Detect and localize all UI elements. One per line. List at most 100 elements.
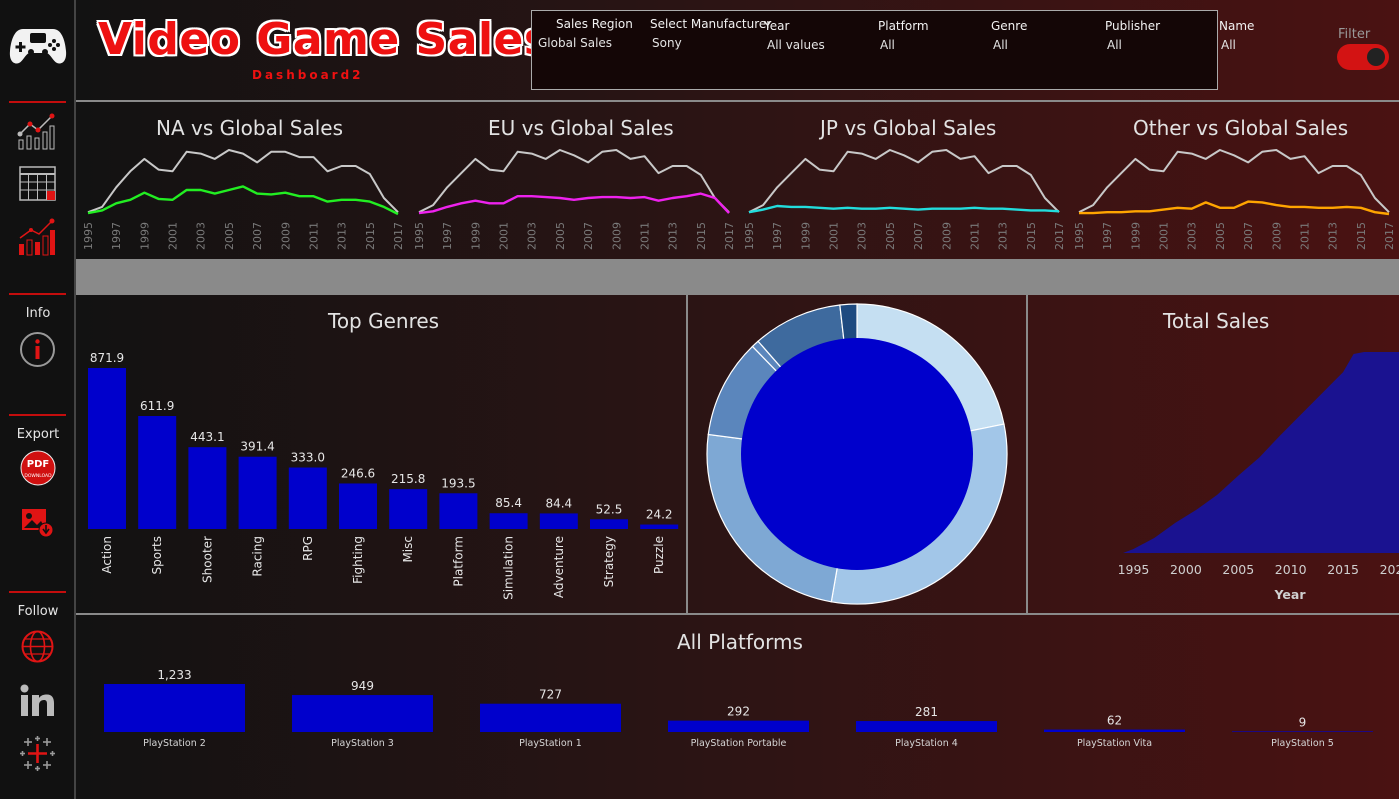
line-chart-nav-icon[interactable]	[17, 112, 57, 150]
chart-title-total-sales: Total Sales	[1163, 309, 1270, 333]
genre-category-label: RPG	[301, 536, 315, 561]
global-sales-line	[87, 149, 399, 214]
info-icon[interactable]	[19, 331, 56, 368]
filter-toggle-switch[interactable]	[1337, 44, 1389, 70]
global-sales-line	[1078, 149, 1390, 214]
genre-bar[interactable]	[288, 467, 327, 529]
image-download-icon[interactable]	[20, 506, 54, 538]
genre-bar[interactable]	[539, 513, 578, 529]
bar-value-label: 1,233	[157, 668, 191, 682]
genre-category-label: Puzzle	[652, 536, 666, 574]
x-tick-label: 1995	[82, 222, 95, 250]
genre-bar[interactable]	[389, 489, 428, 529]
genre-category-label: Platform	[451, 536, 465, 587]
total-sales-chart: 1995 2000 2005 2010 2015 2020 Year	[1118, 352, 1399, 602]
filter-name[interactable]: Name All	[1219, 19, 1254, 52]
platform-bar[interactable]	[856, 721, 997, 732]
genre-category-label: Misc	[401, 536, 415, 563]
filter-label: Genre	[991, 19, 1028, 33]
x-tick-label: 2015	[364, 222, 377, 250]
genre-bar[interactable]	[339, 483, 377, 529]
filter-year[interactable]: Year All values	[764, 19, 825, 52]
filter-value[interactable]: Global Sales	[538, 36, 633, 50]
regional-sales-line	[418, 192, 730, 215]
x-tick-label: 2011	[307, 222, 320, 250]
platform-bar[interactable]	[292, 695, 433, 732]
genre-category-label: Adventure	[552, 536, 566, 598]
platform-bar[interactable]	[1232, 731, 1373, 732]
genre-bar[interactable]	[489, 513, 528, 529]
filter-platform[interactable]: Platform All	[878, 19, 929, 52]
filter-value[interactable]: All	[880, 38, 929, 52]
x-tick-label: 2009	[1270, 222, 1283, 250]
platform-bar[interactable]	[1044, 729, 1185, 732]
tableau-icon[interactable]	[20, 736, 55, 771]
x-tick-label: 2003	[526, 222, 539, 250]
bar-value-label: 727	[539, 688, 562, 702]
chart-title-other: Other vs Global Sales	[1133, 116, 1349, 140]
filter-value[interactable]: All	[1107, 38, 1160, 52]
bar-value-label: 84.4	[545, 496, 572, 510]
bar-value-label: 24.2	[646, 508, 673, 522]
total-sales-area[interactable]	[1123, 352, 1399, 553]
gamepad-logo-icon	[9, 29, 67, 64]
bar-value-label: 246.6	[341, 466, 375, 480]
platform-bar[interactable]	[668, 720, 809, 732]
donut-center	[741, 338, 973, 570]
bar-value-label: 391.4	[240, 440, 274, 454]
follow-label: Follow	[17, 604, 59, 619]
x-tick-label: 1997	[1101, 222, 1114, 250]
genre-bar[interactable]	[590, 519, 628, 529]
x-tick-label: 1999	[1129, 222, 1142, 250]
x-tick-label: 1999	[138, 222, 151, 250]
genre-bar[interactable]	[640, 524, 679, 529]
chart-title-genres: Top Genres	[328, 309, 440, 333]
x-tick-label: 1995	[1073, 222, 1086, 250]
x-tick-label: 2001	[1158, 222, 1171, 250]
regional-sales-line	[748, 204, 1060, 214]
filter-toggle-label: Filter	[1338, 27, 1371, 42]
info-label: Info	[25, 306, 51, 321]
global-sales-line	[748, 149, 1060, 214]
filter-publisher[interactable]: Publisher All	[1105, 19, 1160, 52]
calendar-nav-icon[interactable]	[19, 166, 56, 201]
filter-value[interactable]: Sony	[652, 36, 771, 50]
filter-value[interactable]: All	[993, 38, 1027, 52]
bar-value-label: 193.5	[441, 476, 475, 490]
platform-bar[interactable]	[104, 684, 245, 732]
x-tick-label: 1999	[799, 222, 812, 250]
x-tick-label: 2000	[1170, 562, 1202, 577]
x-tick-label: 2011	[968, 222, 981, 250]
x-tick-label: 2017	[723, 222, 736, 250]
x-tick-label: 1995	[413, 222, 426, 250]
filter-manufacturer[interactable]: Select Manufacturer Sony	[650, 17, 771, 50]
x-tick-label: 2001	[167, 222, 180, 250]
platform-category-label: PlayStation 5	[1271, 738, 1334, 749]
filter-value[interactable]: All	[1221, 38, 1254, 52]
filter-sales-region[interactable]: Sales Region Global Sales	[538, 17, 633, 50]
x-tick-label: 2005	[1214, 222, 1227, 250]
genre-bar[interactable]	[238, 456, 277, 529]
regional-sales-line	[1079, 200, 1390, 216]
pdf-badge-text: PDF	[27, 459, 49, 470]
genre-bar[interactable]	[138, 416, 177, 529]
regional-sales-charts: 1995 1997 1999 2001 2003 2005 2007 2009 2011 2013…	[82, 149, 1396, 250]
genre-bar[interactable]	[188, 447, 227, 529]
linkedin-icon[interactable]	[20, 684, 55, 717]
chart-title-eu: EU vs Global Sales	[488, 116, 674, 140]
platform-bar[interactable]	[480, 703, 621, 732]
globe-icon[interactable]	[21, 630, 54, 663]
filter-value[interactable]: All values	[767, 38, 825, 52]
x-tick-label: 2011	[1298, 222, 1311, 250]
x-tick-label: 2001	[498, 222, 511, 250]
genre-bar[interactable]	[88, 368, 126, 529]
x-tick-label: 2009	[940, 222, 953, 250]
platform-category-label: PlayStation Vita	[1077, 738, 1152, 749]
genre-bar[interactable]	[439, 493, 478, 529]
divider	[76, 100, 1399, 102]
filter-label: Platform	[878, 19, 929, 33]
bar-chart-nav-icon[interactable]	[17, 218, 57, 256]
pdf-download-icon[interactable]: PDF DOWNLOAD	[20, 450, 56, 486]
x-tick-label: 2009	[279, 222, 292, 250]
filter-genre[interactable]: Genre All	[991, 19, 1027, 52]
